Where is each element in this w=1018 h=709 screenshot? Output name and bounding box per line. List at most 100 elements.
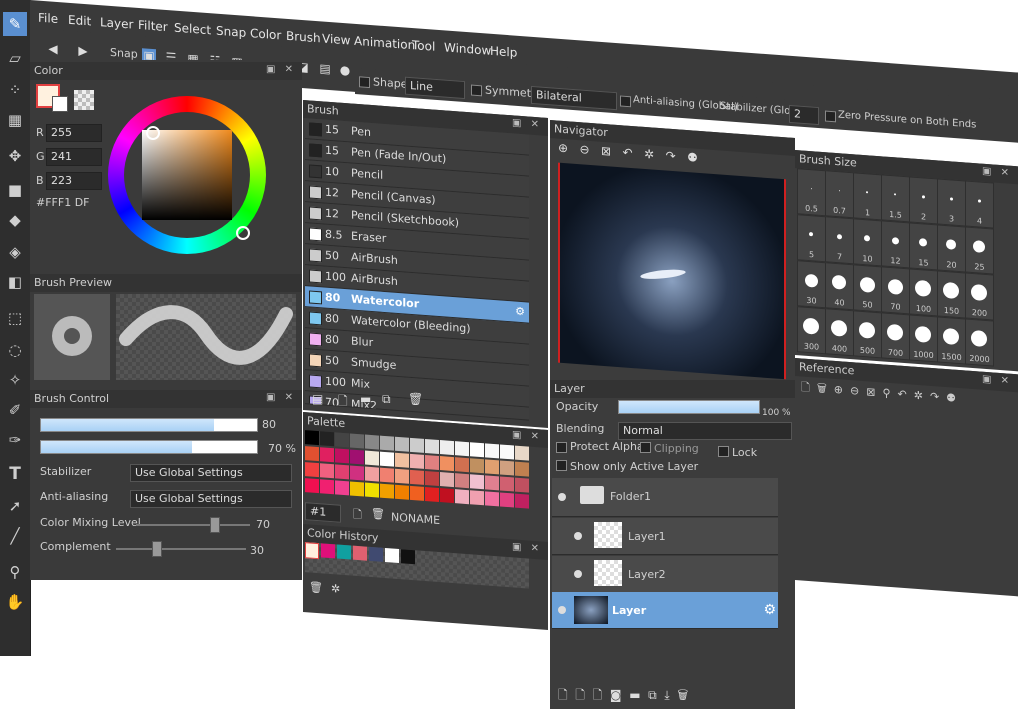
palette-color-cell[interactable] bbox=[440, 456, 454, 472]
palette-color-cell[interactable] bbox=[380, 483, 394, 499]
select-pen-icon[interactable]: ✐ bbox=[3, 398, 27, 422]
brush-size-cell[interactable]: 500 bbox=[853, 310, 882, 359]
antialias-global-checkbox[interactable] bbox=[620, 95, 631, 108]
show-active-checkbox[interactable] bbox=[556, 460, 567, 471]
zero-pressure-checkbox[interactable] bbox=[825, 110, 836, 123]
saturation-value-square[interactable] bbox=[142, 130, 232, 220]
brush-size-cell[interactable]: 0.7 bbox=[825, 170, 854, 219]
palette-color-cell[interactable] bbox=[470, 442, 484, 458]
palette-color-cell[interactable] bbox=[380, 467, 394, 483]
shape-select[interactable]: Line bbox=[405, 76, 465, 100]
brush-size-cell[interactable]: 150 bbox=[937, 270, 966, 319]
brush-size-cell[interactable]: 1000 bbox=[909, 314, 938, 363]
palette-color-cell[interactable] bbox=[500, 444, 514, 460]
next-icon[interactable]: ▶ bbox=[76, 43, 90, 59]
duplicate-layer-icon[interactable]: ⧉ bbox=[648, 688, 657, 702]
trash-icon[interactable]: 🗑 bbox=[408, 392, 423, 406]
palette-color-cell[interactable] bbox=[305, 462, 319, 478]
shape-checkbox[interactable] bbox=[359, 76, 370, 89]
brush-size-slider[interactable] bbox=[40, 418, 258, 432]
palette-color-cell[interactable] bbox=[335, 432, 349, 448]
menu-file[interactable]: File bbox=[38, 11, 58, 26]
folder-icon[interactable]: ▬ bbox=[360, 392, 371, 406]
sv-picker-handle[interactable] bbox=[146, 126, 160, 140]
palette-color-cell[interactable] bbox=[350, 481, 364, 497]
brush-size-cell[interactable]: 70 bbox=[881, 266, 910, 315]
symmetry-select[interactable]: Bilateral bbox=[531, 85, 617, 111]
brush-size-cell[interactable]: 25 bbox=[965, 226, 994, 275]
mask-icon[interactable]: ◙ bbox=[610, 688, 622, 702]
gradient-tool-icon[interactable]: ◧ bbox=[3, 270, 27, 294]
delete-reference-icon[interactable]: 🗑 bbox=[817, 382, 827, 396]
brush-size-cell[interactable]: 0.5 bbox=[797, 168, 826, 217]
reset-rotate-icon[interactable]: ✲ bbox=[914, 389, 923, 403]
background-color-swatch[interactable] bbox=[52, 96, 68, 112]
fit-icon[interactable]: ⊠ bbox=[866, 385, 875, 399]
b-input[interactable]: 223 bbox=[46, 172, 102, 190]
palette-color-cell[interactable] bbox=[305, 446, 319, 462]
brush-size-cell[interactable]: 1500 bbox=[937, 316, 966, 365]
brush-size-cell[interactable]: 40 bbox=[825, 262, 854, 311]
magic-wand-icon[interactable]: ✧ bbox=[3, 368, 27, 392]
flip-icon[interactable]: ⚉ bbox=[946, 391, 956, 405]
palette-color-cell[interactable] bbox=[515, 477, 529, 493]
palette-color-cell[interactable] bbox=[335, 448, 349, 464]
palette-color-cell[interactable] bbox=[320, 479, 334, 495]
palette-color-cell[interactable] bbox=[335, 480, 349, 496]
palette-color-cell[interactable] bbox=[380, 451, 394, 467]
menu-select[interactable]: Select bbox=[174, 21, 211, 38]
brush-size-cell[interactable]: 12 bbox=[881, 220, 910, 269]
palette-color-cell[interactable] bbox=[515, 493, 529, 509]
menu-view[interactable]: View bbox=[322, 31, 350, 47]
palette-color-cell[interactable] bbox=[410, 469, 424, 485]
new-folder-icon[interactable]: ▬ bbox=[629, 688, 640, 702]
shape-tool-icon[interactable]: ◆ bbox=[3, 208, 27, 232]
navigator-preview-image[interactable] bbox=[558, 162, 786, 380]
history-swatch[interactable] bbox=[353, 545, 367, 561]
palette-color-cell[interactable] bbox=[395, 452, 409, 468]
palette-color-cell[interactable] bbox=[410, 437, 424, 453]
layer-row-selected[interactable]: Layer ⚙ bbox=[552, 592, 778, 629]
palette-color-cell[interactable] bbox=[470, 490, 484, 506]
r-input[interactable]: 255 bbox=[46, 124, 102, 142]
palette-color-cell[interactable] bbox=[365, 450, 379, 466]
palette-color-cell[interactable] bbox=[500, 460, 514, 476]
palette-color-cell[interactable] bbox=[485, 443, 499, 459]
hue-wheel[interactable] bbox=[108, 96, 266, 254]
brush-tool-icon[interactable]: ✎ bbox=[3, 12, 27, 36]
history-swatch[interactable] bbox=[337, 544, 351, 560]
brush-size-cell[interactable]: 1.5 bbox=[881, 174, 910, 223]
delete-palette-icon[interactable]: 🗑 bbox=[371, 507, 385, 521]
brush-size-cell[interactable]: 3 bbox=[937, 178, 966, 227]
zoom-in-icon[interactable]: ⊕ bbox=[834, 383, 843, 397]
menu-window[interactable]: Window bbox=[444, 40, 491, 57]
new-palette-icon[interactable]: 🗋 bbox=[353, 506, 362, 526]
brush-size-cell[interactable]: 1 bbox=[853, 172, 882, 221]
palette-color-cell[interactable] bbox=[395, 484, 409, 500]
complement-knob[interactable] bbox=[152, 541, 162, 557]
new-brush-icon[interactable]: 🗋 bbox=[338, 392, 348, 413]
bucket-tool-icon[interactable]: ◈ bbox=[3, 240, 27, 264]
brush-size-cell[interactable]: 700 bbox=[881, 312, 910, 361]
brush-size-cell[interactable]: 20 bbox=[937, 224, 966, 273]
brush-size-cell[interactable]: 50 bbox=[853, 264, 882, 313]
menu-animation[interactable]: Animation bbox=[354, 34, 415, 52]
snap-settings-icon[interactable]: ● bbox=[338, 63, 352, 78]
operation-tool-icon[interactable]: ➚ bbox=[3, 494, 27, 518]
palette-color-cell[interactable] bbox=[320, 463, 334, 479]
new-layer-icon[interactable]: 🗋 bbox=[558, 688, 568, 702]
duplicate-icon[interactable]: ⧉ bbox=[382, 392, 391, 407]
menu-filter[interactable]: Filter bbox=[138, 18, 168, 34]
palette-select[interactable]: #1 bbox=[305, 502, 341, 523]
palette-color-cell[interactable] bbox=[320, 447, 334, 463]
layer-row-folder[interactable]: Folder1 bbox=[552, 478, 778, 517]
brush-size-cell[interactable]: 200 bbox=[965, 272, 994, 321]
palette-color-cell[interactable] bbox=[425, 438, 439, 454]
spinner-icon[interactable]: ✲ bbox=[331, 582, 340, 596]
new-layer-1bit-icon[interactable]: 🗋 bbox=[593, 688, 603, 702]
menu-help[interactable]: Help bbox=[490, 44, 517, 60]
gear-icon[interactable]: ⚙ bbox=[515, 305, 525, 319]
brush-size-cell[interactable]: 5 bbox=[797, 214, 826, 263]
brush-size-cell[interactable]: 15 bbox=[909, 222, 938, 271]
eyedropper-icon[interactable]: ⚲ bbox=[882, 386, 890, 400]
